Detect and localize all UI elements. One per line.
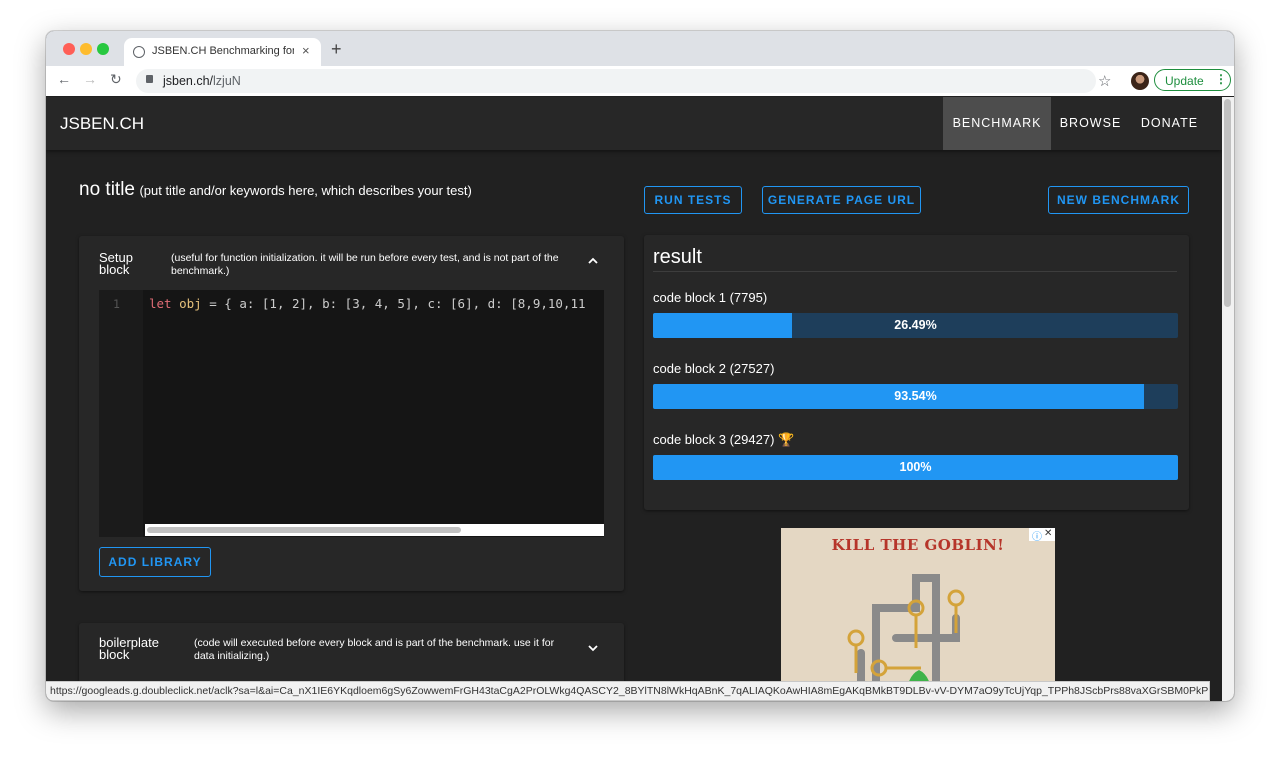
lock-icon	[146, 75, 153, 83]
update-button[interactable]: Update ⋮	[1154, 69, 1231, 91]
close-window-button[interactable]	[63, 43, 75, 55]
minimize-window-button[interactable]	[80, 43, 92, 55]
chevron-down-icon[interactable]	[587, 641, 599, 653]
ad-info-icon[interactable]: ⓘ	[1032, 528, 1042, 543]
new-benchmark-button[interactable]: NEW BENCHMARK	[1048, 186, 1189, 214]
tab-strip: JSBEN.CH Benchmarking for JavaScript × +	[46, 31, 1234, 66]
ad-headline: KILL THE GOBLIN!	[831, 536, 1005, 554]
title-text: no title	[79, 179, 135, 200]
browser-toolbar: ← → ↻ jsben.ch/lzjuN ☆ Update ⋮	[46, 66, 1234, 96]
bookmark-star-icon[interactable]: ☆	[1098, 72, 1111, 90]
menu-icon[interactable]: ⋮	[1215, 72, 1227, 86]
url-path: lzjuN	[213, 74, 241, 88]
boilerplate-label-line2: block	[99, 647, 130, 662]
setup-block-description: (useful for function initialization. it …	[171, 252, 559, 277]
back-icon[interactable]: ←	[57, 71, 71, 87]
result-label-2: code block 2 (27527)	[653, 361, 775, 376]
update-label: Update	[1165, 74, 1204, 88]
result-bar-3: 100%	[653, 455, 1178, 480]
scrollbar-thumb[interactable]	[1224, 99, 1231, 307]
code-line[interactable]: let obj = { a: [1, 2], b: [3, 4, 5], c: …	[149, 296, 586, 311]
boilerplate-block-label: boilerplate block	[99, 636, 159, 662]
reload-icon[interactable]: ↻	[110, 71, 122, 88]
result-bar-2: 93.54%	[653, 384, 1178, 409]
url-text: jsben.ch/lzjuN	[163, 74, 241, 88]
scrollbar-thumb[interactable]	[147, 527, 461, 533]
nav-benchmark[interactable]: BENCHMARK	[943, 97, 1051, 150]
new-tab-icon[interactable]: +	[331, 39, 342, 60]
title-hint: (put title and/or keywords here, which d…	[139, 183, 472, 198]
ad-close-icon[interactable]: ✕	[1044, 528, 1052, 539]
setup-block-card: Setup block (useful for function initial…	[79, 236, 624, 591]
result-label-1: code block 1 (7795)	[653, 290, 768, 305]
ad-choices[interactable]: ⓘ ✕	[1029, 528, 1055, 543]
close-tab-icon[interactable]: ×	[302, 43, 310, 58]
nav-donate[interactable]: DONATE	[1130, 97, 1209, 150]
code-variable: obj	[179, 296, 202, 311]
page-content: JSBEN.CH BENCHMARK BROWSE DONATE no titl…	[46, 97, 1222, 701]
result-card: result code block 1 (7795) 26.49% code b…	[644, 235, 1189, 510]
address-bar[interactable]: jsben.ch/lzjuN ☆	[136, 69, 1111, 93]
advertisement[interactable]: KILL THE GOBLIN! ⓘ ✕	[781, 528, 1055, 701]
setup-code-editor[interactable]: 1 let obj = { a: [1, 2], b: [3, 4, 5], c…	[99, 290, 604, 537]
brand-logo[interactable]: JSBEN.CH	[60, 114, 144, 134]
nav-browse[interactable]: BROWSE	[1051, 97, 1130, 150]
tab-title: JSBEN.CH Benchmarking for JavaScript	[152, 45, 294, 57]
result-percent-2: 93.54%	[894, 389, 937, 403]
result-percent-3: 100%	[899, 460, 932, 474]
editor-horizontal-scrollbar[interactable]	[145, 524, 604, 536]
link-status-bar: https://googleads.g.doubleclick.net/aclk…	[46, 681, 1210, 701]
boilerplate-block-description: (code will executed before every block a…	[194, 637, 555, 662]
setup-block-label: Setup block	[99, 251, 133, 277]
url-host: jsben.ch/	[163, 74, 214, 88]
line-number: 1	[113, 297, 120, 311]
app-bar: JSBEN.CH BENCHMARK BROWSE DONATE	[46, 97, 1222, 150]
maximize-window-button[interactable]	[97, 43, 109, 55]
setup-label-line2: block	[99, 262, 130, 277]
result-divider	[653, 271, 1177, 272]
result-label-3: code block 3 (29427) 🏆	[653, 432, 795, 447]
globe-icon	[133, 46, 145, 58]
generate-page-url-button[interactable]: GENERATE PAGE URL	[762, 186, 921, 214]
test-title[interactable]: no title (put title and/or keywords here…	[79, 179, 472, 201]
code-rest: = { a: [1, 2], b: [3, 4, 5], c: [6], d: …	[201, 296, 586, 311]
editor-gutter	[99, 290, 143, 537]
code-keyword: let	[149, 296, 172, 311]
forward-icon[interactable]: →	[83, 71, 97, 87]
add-library-button[interactable]: ADD LIBRARY	[99, 547, 211, 577]
browser-window: JSBEN.CH Benchmarking for JavaScript × +…	[46, 31, 1234, 701]
goblin-pipes-illustration	[847, 574, 965, 701]
result-bar-1: 26.49%	[653, 313, 1178, 338]
profile-avatar[interactable]	[1131, 72, 1149, 90]
browser-tab[interactable]: JSBEN.CH Benchmarking for JavaScript ×	[124, 38, 321, 66]
page-vertical-scrollbar[interactable]	[1222, 97, 1234, 701]
result-title: result	[653, 246, 702, 268]
result-percent-1: 26.49%	[894, 318, 937, 332]
chevron-up-icon[interactable]	[587, 254, 599, 266]
run-tests-button[interactable]: RUN TESTS	[644, 186, 742, 214]
